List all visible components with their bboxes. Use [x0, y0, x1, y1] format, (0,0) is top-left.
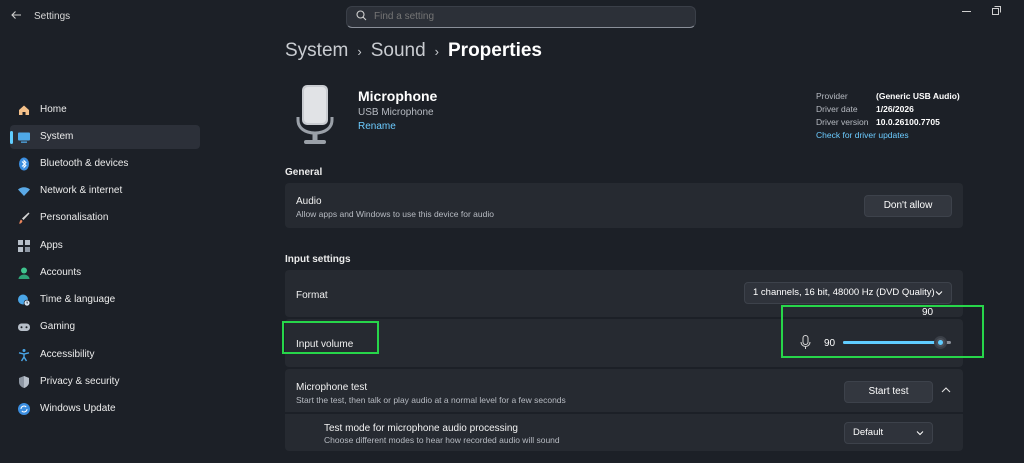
sidebar-item-accessibility[interactable]: Accessibility [10, 343, 200, 367]
back-arrow-icon[interactable] [10, 9, 24, 23]
sidebar-item-label: System [40, 131, 74, 142]
sidebar-item-apps[interactable]: Apps [10, 234, 200, 258]
bluetooth-icon [17, 157, 31, 171]
test-mode-card: Test mode for microphone audio processin… [285, 413, 963, 451]
restore-icon[interactable] [992, 6, 1001, 15]
accessibility-icon [17, 348, 31, 362]
test-mode-dropdown-value: Default [853, 427, 884, 438]
minimize-icon[interactable] [962, 11, 971, 12]
sidebar-item-time-language[interactable]: Time & language [10, 288, 200, 312]
device-subtitle: USB Microphone [358, 107, 434, 118]
input-volume-highlight [282, 321, 379, 354]
sidebar-item-label: Accessibility [40, 349, 95, 360]
accounts-icon [17, 266, 31, 280]
breadcrumb: System › Sound › Properties [285, 40, 542, 62]
driver-version-label: Driver version [816, 117, 869, 127]
sidebar-item-label: Home [40, 104, 67, 115]
sidebar-item-accounts[interactable]: Accounts [10, 261, 200, 285]
sidebar-item-label: Personalisation [40, 212, 109, 223]
wifi-icon [17, 184, 31, 198]
gamepad-icon [17, 320, 31, 334]
breadcrumb-system[interactable]: System [285, 40, 348, 62]
sidebar-item-label: Time & language [40, 294, 116, 305]
sidebar-item-windows-update[interactable]: Windows Update [10, 397, 200, 421]
driver-date-label: Driver date [816, 104, 858, 114]
chevron-right-icon: › [357, 43, 362, 59]
format-label: Format [296, 290, 328, 301]
active-indicator [10, 131, 13, 144]
search-icon [356, 10, 367, 21]
microphone-icon [296, 83, 334, 147]
test-mode-title: Test mode for microphone audio processin… [324, 423, 518, 434]
sidebar-item-personalisation[interactable]: Personalisation [10, 206, 200, 230]
chevron-right-icon: › [434, 43, 439, 59]
input-settings-section-title: Input settings [285, 254, 351, 265]
microphone-test-card: Microphone test Start the test, then tal… [285, 369, 963, 412]
provider-value: (Generic USB Audio) [876, 91, 960, 101]
driver-date-value: 1/26/2026 [876, 104, 914, 114]
audio-card: Audio Allow apps and Windows to use this… [285, 183, 963, 228]
sidebar-item-label: Privacy & security [40, 376, 120, 387]
rename-link[interactable]: Rename [358, 121, 396, 132]
chevron-up-icon[interactable] [938, 384, 954, 396]
sidebar-item-home[interactable]: Home [10, 98, 200, 122]
test-mode-description: Choose different modes to hear how recor… [324, 435, 560, 445]
sidebar-item-label: Gaming [40, 321, 76, 332]
format-dropdown-value: 1 channels, 16 bit, 48000 Hz (DVD Qualit… [753, 287, 935, 298]
driver-version-value: 10.0.26100.7705 [876, 117, 940, 127]
mic-test-title: Microphone test [296, 382, 368, 393]
system-icon [17, 130, 31, 144]
volume-slider-highlight [781, 305, 984, 358]
sidebar-item-network[interactable]: Network & internet [10, 179, 200, 203]
sidebar-item-privacy-security[interactable]: Privacy & security [10, 370, 200, 394]
device-name: Microphone [358, 88, 438, 104]
sidebar-item-label: Network & internet [40, 185, 123, 196]
provider-label: Provider [816, 91, 848, 101]
app-title: Settings [34, 11, 71, 22]
audio-title: Audio [296, 196, 322, 207]
dont-allow-button[interactable]: Don't allow [864, 195, 952, 217]
breadcrumb-sound[interactable]: Sound [371, 40, 426, 62]
sidebar-item-system[interactable]: System [10, 125, 200, 149]
start-test-button[interactable]: Start test [844, 381, 933, 403]
chevron-down-icon [935, 291, 943, 296]
mic-test-description: Start the test, then talk or play audio … [296, 395, 566, 405]
test-mode-dropdown[interactable]: Default [844, 422, 933, 444]
chevron-down-icon [916, 431, 924, 436]
audio-description: Allow apps and Windows to use this devic… [296, 209, 494, 219]
sidebar-item-label: Accounts [40, 267, 82, 278]
check-driver-updates-link[interactable]: Check for driver updates [816, 130, 909, 140]
sidebar-item-label: Bluetooth & devices [40, 158, 129, 169]
page-title: Properties [448, 40, 542, 61]
home-icon [17, 103, 31, 117]
sidebar-item-bluetooth[interactable]: Bluetooth & devices [10, 152, 200, 176]
format-dropdown[interactable]: 1 channels, 16 bit, 48000 Hz (DVD Qualit… [744, 282, 952, 304]
shield-icon [17, 375, 31, 389]
sidebar-item-label: Windows Update [40, 403, 116, 414]
brush-icon [17, 211, 31, 225]
sidebar-item-gaming[interactable]: Gaming [10, 315, 200, 339]
apps-icon [17, 239, 31, 253]
general-section-title: General [285, 167, 323, 178]
update-icon [17, 402, 31, 416]
globe-clock-icon [17, 293, 31, 307]
sidebar-item-label: Apps [40, 240, 63, 251]
search-input[interactable] [374, 11, 674, 22]
